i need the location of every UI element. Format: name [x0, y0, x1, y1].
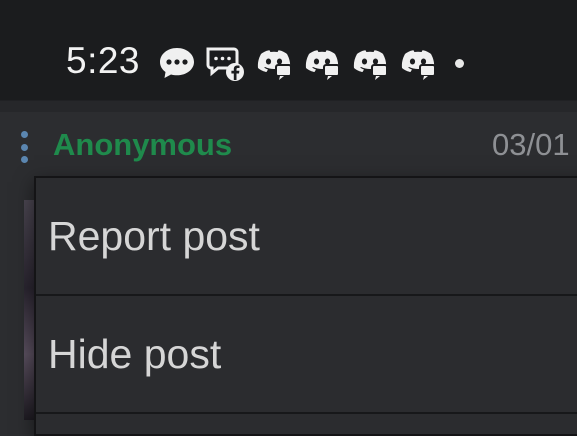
menu-item-label: Report post	[48, 212, 260, 259]
post-date: 03/01	[492, 127, 570, 162]
menu-item-label: Hide post	[48, 330, 222, 377]
notification-icons	[158, 44, 440, 84]
kebab-menu-icon[interactable]	[18, 131, 30, 163]
menu-item-hide-post[interactable]: Hide post	[36, 296, 577, 414]
more-notifications-dot	[455, 59, 464, 68]
status-bar: 5:23	[0, 0, 577, 100]
poster-name[interactable]: Anonymous	[53, 127, 232, 163]
discord-icon	[398, 46, 440, 82]
header-divider	[0, 100, 577, 112]
status-time: 5:23	[66, 40, 141, 81]
facebook-messages-icon	[204, 45, 248, 83]
discord-icon	[350, 46, 392, 82]
messenger-icon	[158, 46, 198, 82]
post-header: Anonymous 03/01	[0, 112, 577, 180]
post-context-menu: Report post Hide post	[34, 176, 577, 436]
menu-item-report-post[interactable]: Report post	[36, 178, 577, 296]
discord-icon	[254, 46, 296, 82]
discord-icon	[302, 46, 344, 82]
